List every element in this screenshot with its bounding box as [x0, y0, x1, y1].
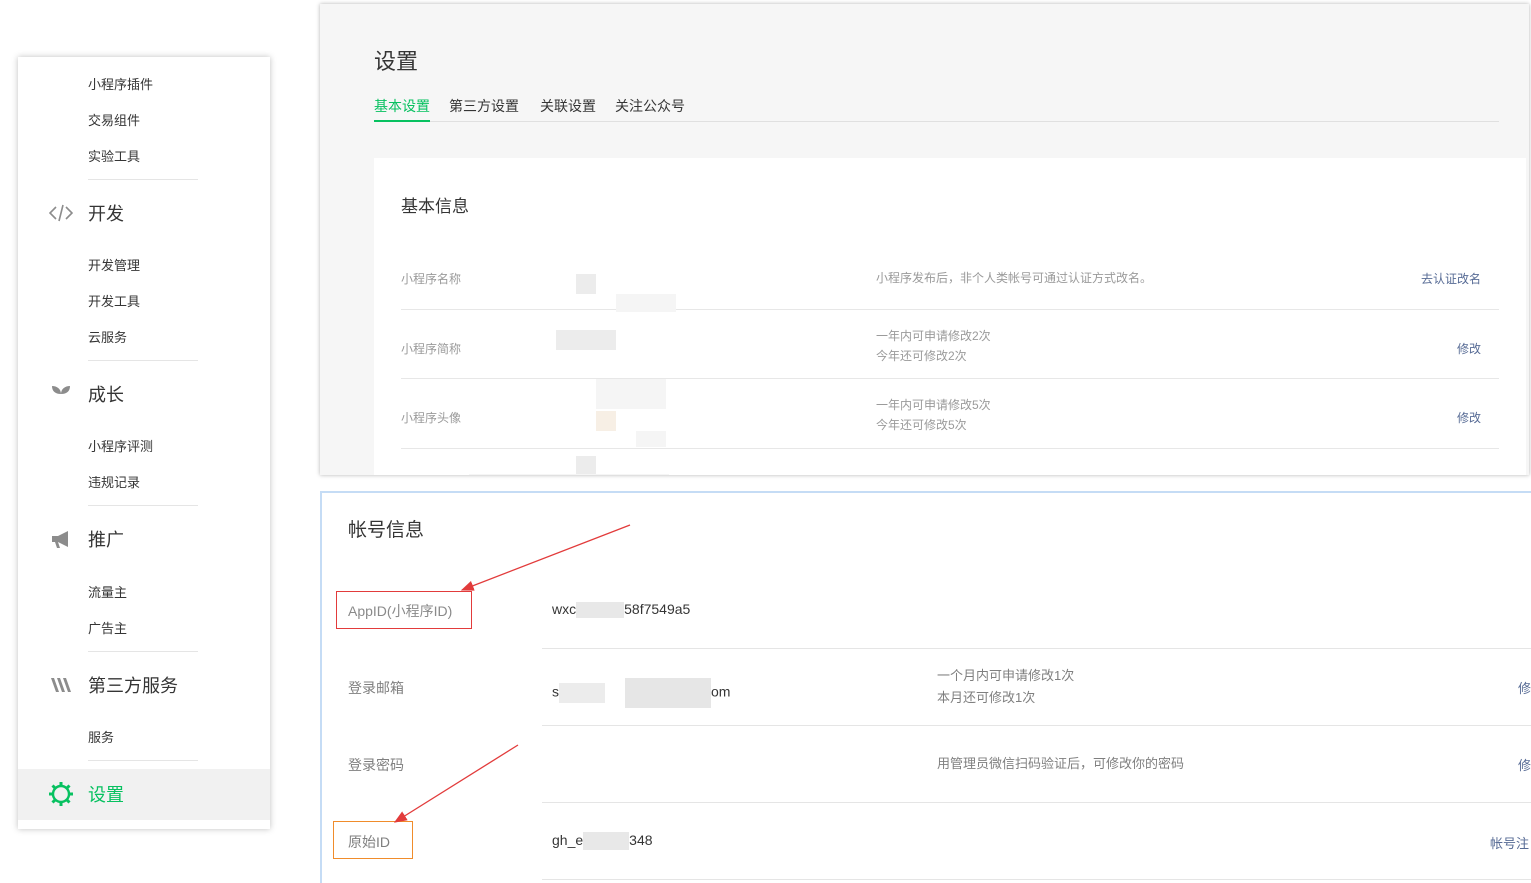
- origin-id-prefix: gh_e: [552, 832, 584, 848]
- email-prefix: s: [552, 683, 559, 700]
- account-cancel-link[interactable]: 帐号注: [1490, 833, 1529, 852]
- appid-prefix: wxc: [552, 601, 577, 617]
- password-desc: 用管理员微信扫码验证后，可修改你的密码: [937, 756, 1185, 771]
- row-label: 小程序名称: [401, 272, 462, 286]
- edit-avatar-link[interactable]: 修改: [1457, 409, 1481, 426]
- basic-info-card: 基本信息 小程序名称 小程序发布后，非个人类帐号可通过认证方式改名。 去认证改名…: [374, 158, 1526, 475]
- sidebar-item-trade-components[interactable]: 交易组件: [88, 110, 140, 129]
- row-desc-line: 今年还可修改2次: [876, 349, 967, 363]
- verify-rename-link[interactable]: 去认证改名: [1421, 270, 1481, 287]
- redacted-value: [576, 456, 596, 475]
- sidebar-divider: [88, 179, 198, 180]
- row-divider: [542, 879, 1531, 880]
- info-row-avatar: 小程序头像 一年内可申请修改5次 今年还可修改5次 修改: [401, 379, 1499, 449]
- edit-email-link[interactable]: 修: [1518, 678, 1531, 697]
- settings-panel: 设置 基本设置 第三方设置 关联设置 关注公众号 基本信息 小程序名称 小程序发…: [320, 4, 1529, 475]
- redacted-value: [576, 274, 596, 294]
- email-label: 登录邮箱: [348, 680, 404, 696]
- redacted-segment: [625, 678, 711, 708]
- sidebar-item-lab-tools[interactable]: 实验工具: [88, 146, 140, 165]
- email-desc-line: 本月还可修改1次: [937, 690, 1036, 705]
- appid-value: wxc 58f7549a5: [552, 601, 691, 619]
- sidebar-group-label: 推广: [88, 530, 124, 550]
- sidebar-item-advertiser[interactable]: 广告主: [88, 618, 127, 637]
- row-label: 小程序头像: [401, 411, 462, 425]
- sidebar-divider: [88, 505, 198, 506]
- email-suffix: om: [711, 683, 731, 700]
- redacted-avatar: [596, 411, 616, 431]
- email-desc-line: 一个月内可申请修改1次: [937, 668, 1075, 683]
- edit-short-name-link[interactable]: 修改: [1457, 340, 1481, 357]
- redacted-value: [556, 330, 616, 350]
- sidebar: 小程序插件 交易组件 实验工具 开发 开发管理 开发工具 云服务 成长 小程序评…: [18, 57, 270, 829]
- sidebar-item-traffic-owner[interactable]: 流量主: [88, 582, 127, 601]
- redacted-value: [469, 474, 669, 475]
- gear-icon: [48, 781, 74, 807]
- sidebar-item-services[interactable]: 服务: [88, 727, 114, 746]
- row-label: 小程序简称: [401, 342, 462, 356]
- megaphone-icon: [48, 526, 74, 552]
- row-desc: 一年内可申请修改5次 今年还可修改5次: [876, 395, 991, 435]
- info-row-name: 小程序名称 小程序发布后，非个人类帐号可通过认证方式改名。 去认证改名: [401, 240, 1499, 312]
- account-info-title: 帐号信息: [348, 520, 425, 541]
- sidebar-divider: [88, 760, 198, 761]
- email-value: s om: [552, 678, 730, 708]
- origin-id-value: gh_e 348: [552, 832, 653, 851]
- row-divider: [542, 648, 1531, 649]
- redacted-segment: [559, 683, 605, 703]
- sidebar-group-label: 开发: [88, 204, 124, 224]
- redacted-segment: [576, 602, 625, 619]
- redacted-avatar: [596, 379, 666, 409]
- sidebar-item-plugins[interactable]: 小程序插件: [88, 74, 153, 93]
- appid-label: AppID(小程序ID): [348, 603, 453, 619]
- tab-follow-official-account[interactable]: 关注公众号: [615, 96, 685, 122]
- origin-id-suffix: 348: [629, 832, 653, 848]
- settings-tabs: 基本设置 第三方设置 关联设置 关注公众号: [374, 96, 1499, 122]
- sidebar-item-violations[interactable]: 违规记录: [88, 472, 140, 491]
- row-desc: 小程序发布后，非个人类帐号可通过认证方式改名。: [876, 271, 1153, 285]
- tab-third-party-settings[interactable]: 第三方设置: [449, 96, 519, 122]
- row-desc-line: 一年内可申请修改2次: [876, 329, 991, 343]
- row-divider: [542, 802, 1531, 803]
- sidebar-divider: [88, 651, 198, 652]
- sidebar-item-dev-manage[interactable]: 开发管理: [88, 255, 140, 274]
- info-row-short-name: 小程序简称 一年内可申请修改2次 今年还可修改2次 修改: [401, 310, 1499, 379]
- edit-password-link[interactable]: 修: [1518, 755, 1531, 774]
- appid-suffix: 58f7549a5: [624, 601, 691, 617]
- third-party-icon: [48, 672, 74, 698]
- email-desc: 一个月内可申请修改1次 本月还可修改1次: [937, 665, 1074, 709]
- tab-link-settings[interactable]: 关联设置: [540, 96, 596, 122]
- tab-basic-settings[interactable]: 基本设置: [374, 96, 430, 122]
- sidebar-group-settings[interactable]: 设置: [48, 781, 124, 807]
- account-info-panel: 帐号信息 AppID(小程序ID) wxc 58f7549a5 登录邮箱 s om …: [320, 491, 1531, 883]
- basic-info-title: 基本信息: [401, 197, 469, 216]
- sidebar-group-label: 成长: [88, 385, 124, 405]
- sidebar-group-third-party[interactable]: 第三方服务: [48, 672, 178, 698]
- sidebar-divider: [88, 360, 198, 361]
- row-desc-line: 今年还可修改5次: [876, 418, 967, 432]
- code-icon: [48, 200, 74, 226]
- sidebar-item-review[interactable]: 小程序评测: [88, 436, 153, 455]
- row-desc: 一年内可申请修改2次 今年还可修改2次: [876, 326, 991, 366]
- page-title: 设置: [374, 49, 419, 74]
- sidebar-item-cloud[interactable]: 云服务: [88, 327, 127, 346]
- sprout-icon: [48, 381, 74, 407]
- sidebar-group-label: 设置: [88, 785, 124, 805]
- origin-id-label: 原始ID: [348, 834, 390, 850]
- sidebar-group-growth[interactable]: 成长: [48, 381, 124, 407]
- redacted-segment: [583, 832, 630, 851]
- password-label: 登录密码: [348, 757, 404, 773]
- sidebar-group-label: 第三方服务: [88, 676, 178, 696]
- sidebar-group-promotion[interactable]: 推广: [48, 526, 124, 552]
- redacted-avatar: [636, 431, 666, 447]
- row-divider: [542, 725, 1531, 726]
- row-desc-line: 一年内可申请修改5次: [876, 398, 991, 412]
- sidebar-group-develop[interactable]: 开发: [48, 200, 124, 226]
- sidebar-item-dev-tools[interactable]: 开发工具: [88, 291, 140, 310]
